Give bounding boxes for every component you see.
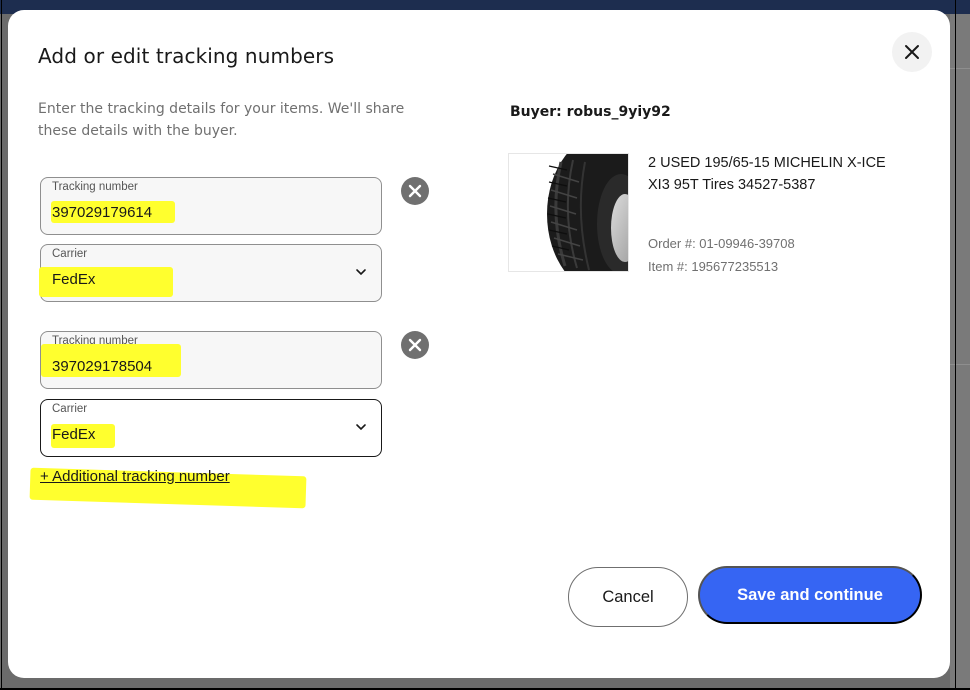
close-icon bbox=[905, 45, 919, 59]
close-button[interactable] bbox=[892, 32, 932, 72]
chevron-down-icon bbox=[356, 424, 366, 431]
cancel-button[interactable]: Cancel bbox=[568, 567, 688, 627]
carrier-label: Carrier bbox=[52, 403, 88, 415]
item-number: Item #: 195677235513 bbox=[648, 259, 779, 274]
carrier-select-2[interactable]: Carrier FedEx bbox=[40, 399, 382, 457]
buyer-name: Buyer: robus_9yiy92 bbox=[510, 104, 671, 120]
background-page bbox=[950, 14, 970, 690]
frame-edge bbox=[955, 0, 956, 690]
save-and-continue-button[interactable]: Save and continue bbox=[698, 566, 922, 624]
tracking-dialog: Add or edit tracking numbers Enter the t… bbox=[8, 10, 950, 678]
frame-edge bbox=[1, 0, 2, 690]
tracking-number-input-2[interactable]: Tracking number 397029178504 bbox=[40, 331, 382, 389]
tire-image bbox=[547, 154, 628, 271]
dialog-title: Add or edit tracking numbers bbox=[38, 44, 335, 68]
carrier-value: FedEx bbox=[52, 426, 96, 443]
remove-circle-icon[interactable] bbox=[400, 176, 430, 206]
tracking-number-value: 397029178504 bbox=[52, 358, 153, 375]
remove-circle-icon[interactable] bbox=[400, 330, 430, 360]
add-tracking-number-link[interactable]: + Additional tracking number bbox=[40, 468, 230, 485]
order-number: Order #: 01-09946-39708 bbox=[648, 236, 795, 251]
carrier-value: FedEx bbox=[52, 271, 96, 288]
chevron-down-icon bbox=[356, 269, 366, 276]
tracking-number-value: 397029179614 bbox=[52, 204, 153, 221]
tracking-number-input-1[interactable]: Tracking number 397029179614 bbox=[40, 177, 382, 235]
item-thumbnail bbox=[508, 153, 629, 272]
carrier-label: Carrier bbox=[52, 248, 88, 260]
dialog-description: Enter the tracking details for your item… bbox=[38, 101, 405, 139]
carrier-select-1[interactable]: Carrier FedEx bbox=[39, 244, 382, 302]
tracking-number-label: Tracking number bbox=[52, 181, 138, 193]
item-title: 2 USED 195/65-15 MICHELIN X-ICE XI3 95T … bbox=[648, 155, 886, 193]
